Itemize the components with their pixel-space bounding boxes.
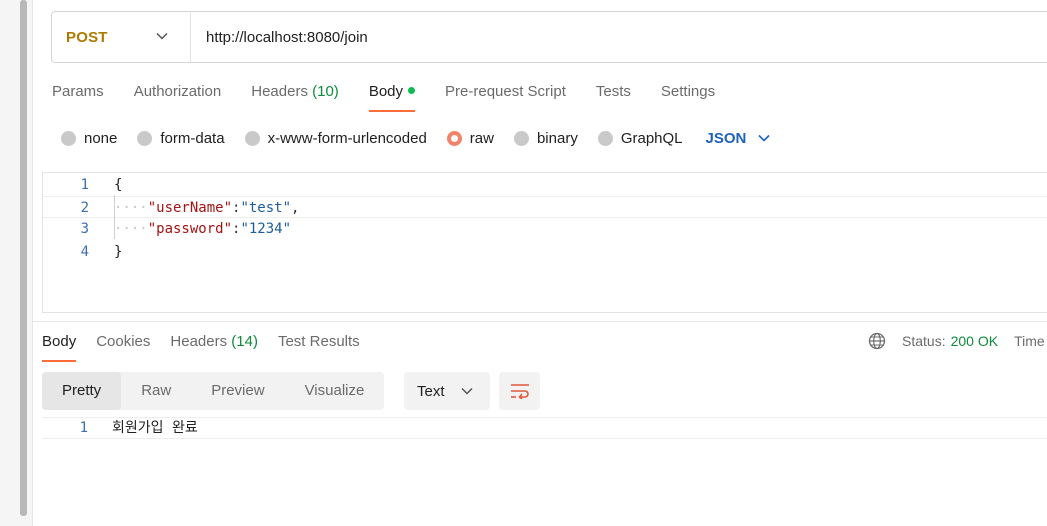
left-panel-gutter bbox=[0, 0, 33, 526]
code-text: ····"userName":"test", bbox=[114, 200, 300, 216]
tab-label: Pre-request Script bbox=[445, 83, 566, 100]
tab-body[interactable]: Body bbox=[368, 80, 416, 112]
chevron-down-icon bbox=[460, 387, 473, 395]
radio-icon bbox=[513, 130, 529, 146]
tab-label: Cookies bbox=[96, 333, 151, 350]
line-number: 1 bbox=[80, 177, 89, 193]
tab-authorization[interactable]: Authorization bbox=[134, 80, 222, 112]
view-raw-button[interactable]: Raw bbox=[121, 372, 191, 410]
radio-icon bbox=[137, 130, 153, 146]
chevron-down-icon bbox=[758, 134, 770, 142]
request-response-divider[interactable] bbox=[33, 321, 1047, 322]
request-url-bar: POST http://localhost:8080/join bbox=[51, 11, 1047, 63]
response-format-select[interactable]: Text bbox=[404, 372, 490, 410]
response-status: Status: 200 OK Time bbox=[868, 332, 1045, 350]
radio-label: none bbox=[84, 129, 118, 147]
tab-headers[interactable]: Headers (10) bbox=[251, 80, 339, 112]
radio-label: binary bbox=[536, 129, 578, 147]
response-tabs: Body Cookies Headers (14) Test Results bbox=[42, 331, 380, 362]
tab-label: Params bbox=[52, 83, 104, 100]
body-format-select[interactable]: JSON bbox=[706, 130, 771, 147]
radio-icon bbox=[597, 130, 613, 146]
body-type-binary[interactable]: binary bbox=[513, 129, 578, 147]
tab-label: Body bbox=[42, 333, 77, 350]
method-label: POST bbox=[66, 28, 108, 46]
request-tabs: Params Authorization Headers (10) Body P… bbox=[52, 80, 745, 112]
body-type-options: none form-data x-www-form-urlencoded raw… bbox=[61, 127, 770, 149]
modified-dot-icon bbox=[408, 87, 416, 94]
body-type-graphql[interactable]: GraphQL bbox=[597, 129, 683, 147]
code-line: 3 ····"password":"1234" bbox=[43, 218, 1047, 240]
view-visualize-button[interactable]: Visualize bbox=[285, 372, 385, 410]
tab-tests[interactable]: Tests bbox=[596, 80, 631, 112]
tab-label: Body bbox=[368, 83, 404, 100]
code-text: { bbox=[114, 177, 123, 193]
code-line: 1 { bbox=[43, 174, 1047, 196]
tab-label: Test Results bbox=[277, 333, 360, 350]
tab-pre-request-script[interactable]: Pre-request Script bbox=[445, 80, 566, 112]
body-type-raw[interactable]: raw bbox=[446, 129, 494, 147]
tab-label: Headers bbox=[251, 83, 308, 100]
status-label: Status: bbox=[902, 333, 946, 349]
tab-label: Tests bbox=[595, 83, 631, 100]
tab-settings[interactable]: Settings bbox=[661, 80, 715, 112]
line-number: 1 bbox=[79, 420, 88, 436]
line-number: 4 bbox=[80, 244, 89, 260]
globe-icon[interactable] bbox=[868, 332, 886, 350]
line-number: 3 bbox=[80, 221, 89, 237]
radio-checked-icon bbox=[446, 130, 462, 146]
response-view-modes: Pretty Raw Preview Visualize bbox=[42, 372, 385, 410]
chevron-down-icon bbox=[156, 32, 168, 40]
tab-label: Settings bbox=[660, 83, 716, 100]
code-text: ····"password":"1234" bbox=[114, 221, 292, 237]
tab-params[interactable]: Params bbox=[52, 80, 104, 112]
tab-label: Authorization bbox=[133, 83, 222, 100]
tab-response-body[interactable]: Body bbox=[42, 331, 77, 362]
code-line: 2 ····"userName":"test", bbox=[43, 196, 1047, 218]
body-type-urlencoded[interactable]: x-www-form-urlencoded bbox=[244, 129, 427, 147]
radio-icon bbox=[244, 130, 260, 146]
left-scrollbar[interactable] bbox=[20, 0, 27, 516]
view-pretty-button[interactable]: Pretty bbox=[42, 372, 122, 410]
code-line: 4 } bbox=[43, 241, 1047, 263]
view-preview-button[interactable]: Preview bbox=[191, 372, 284, 410]
url-input[interactable]: http://localhost:8080/join bbox=[191, 29, 368, 46]
tab-label: Headers bbox=[170, 333, 228, 350]
radio-icon bbox=[61, 130, 76, 146]
indent-guide bbox=[114, 195, 115, 239]
response-body-text: 회원가입 완료 bbox=[112, 420, 198, 436]
method-select[interactable]: POST bbox=[52, 12, 191, 62]
line-number: 2 bbox=[80, 200, 89, 216]
radio-label: GraphQL bbox=[620, 129, 683, 147]
body-type-none[interactable]: none bbox=[61, 130, 117, 147]
response-body-line[interactable]: 1 회원가입 완료 bbox=[42, 417, 1047, 439]
status-value[interactable]: 200 OK bbox=[951, 333, 998, 349]
tab-count: (14) bbox=[231, 333, 258, 350]
radio-label: x-www-form-urlencoded bbox=[267, 129, 427, 147]
request-body-editor[interactable]: 1 { 2 ····"userName":"test", 3 ····"pass… bbox=[42, 172, 1047, 313]
body-type-form-data[interactable]: form-data bbox=[137, 129, 225, 147]
time-label[interactable]: Time bbox=[1014, 333, 1045, 349]
radio-label: form-data bbox=[160, 129, 225, 147]
tab-response-headers[interactable]: Headers (14) bbox=[170, 331, 258, 362]
response-format-label: Text bbox=[417, 382, 445, 400]
body-format-label: JSON bbox=[705, 129, 747, 147]
code-text: } bbox=[114, 244, 123, 260]
tab-cookies[interactable]: Cookies bbox=[96, 331, 150, 362]
radio-label: raw bbox=[469, 129, 494, 147]
tab-count: (10) bbox=[312, 83, 339, 100]
tab-test-results[interactable]: Test Results bbox=[278, 331, 360, 362]
wrap-lines-button[interactable] bbox=[499, 372, 540, 410]
wrap-lines-icon bbox=[510, 384, 529, 399]
